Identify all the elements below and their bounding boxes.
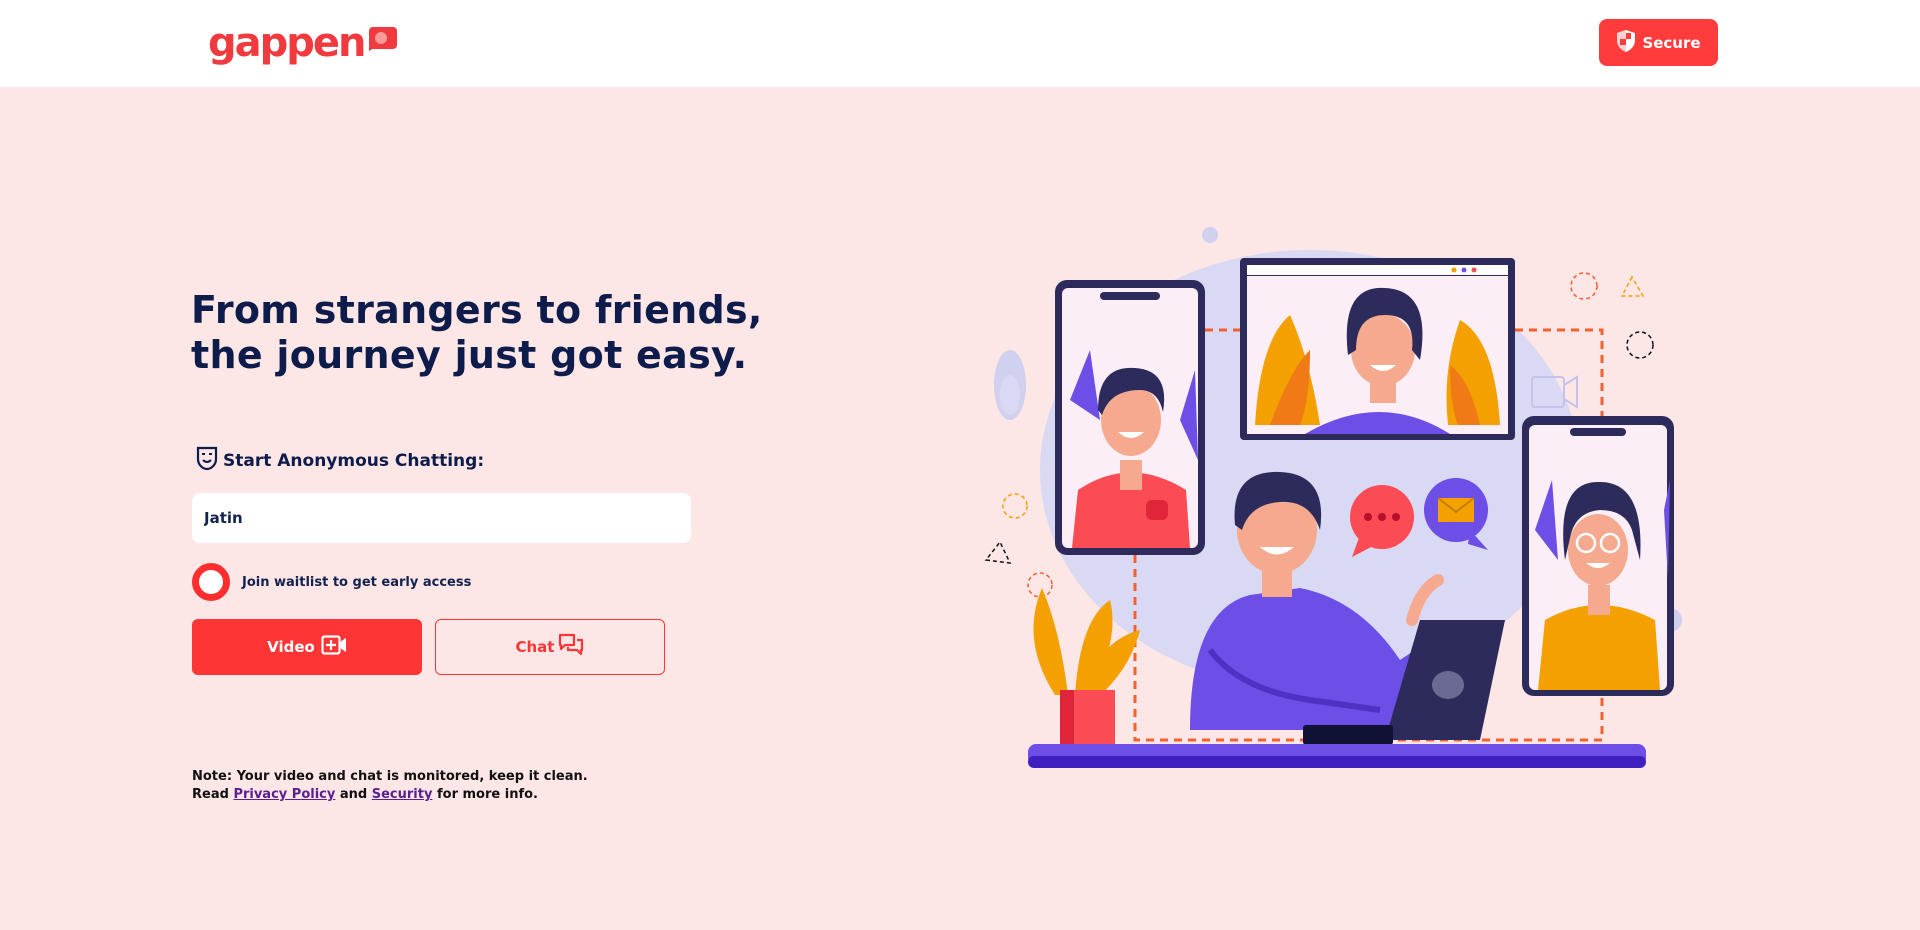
waitlist-radio[interactable]: [192, 563, 230, 601]
video-plus-icon: [321, 635, 347, 659]
note-line-1: Note: Your video and chat is monitored, …: [192, 769, 588, 784]
hero-headline: From strangers to friends, the journey j…: [191, 288, 763, 378]
video-button[interactable]: Video: [192, 619, 422, 675]
top-header: gappen Secure: [0, 0, 1920, 87]
anonymous-chat-text: Start Anonymous Chatting:: [223, 450, 485, 471]
chat-bubbles-icon: [558, 633, 584, 661]
note-read: Read: [192, 787, 229, 802]
name-input[interactable]: [192, 493, 691, 543]
privacy-policy-link[interactable]: Privacy Policy: [233, 787, 335, 802]
logo-chat-icon: [368, 26, 398, 56]
waitlist-toggle[interactable]: Join waitlist to get early access: [192, 563, 471, 601]
gappen-logo[interactable]: gappen: [208, 18, 398, 68]
note-line-2: Read Privacy Policy and Security for mor…: [192, 786, 588, 804]
note-and: and: [339, 787, 368, 802]
chat-label: Chat: [515, 638, 555, 656]
headline-line-1: From strangers to friends,: [191, 288, 763, 332]
secure-button[interactable]: Secure: [1599, 19, 1718, 66]
security-link[interactable]: Security: [372, 787, 433, 802]
monitoring-note: Note: Your video and chat is monitored, …: [192, 768, 588, 804]
logo-text: gappen: [208, 20, 366, 66]
video-chat-illustration: [980, 220, 1720, 784]
chat-button[interactable]: Chat: [435, 619, 665, 675]
secure-label: Secure: [1642, 33, 1701, 52]
anonymous-chat-label: Start Anonymous Chatting:: [195, 445, 484, 476]
note-tail: for more info.: [436, 787, 538, 802]
mask-icon: [195, 445, 219, 476]
video-label: Video: [267, 638, 315, 656]
headline-line-2: the journey just got easy.: [191, 333, 748, 377]
shield-icon: [1616, 29, 1636, 57]
waitlist-label: Join waitlist to get early access: [242, 574, 472, 590]
